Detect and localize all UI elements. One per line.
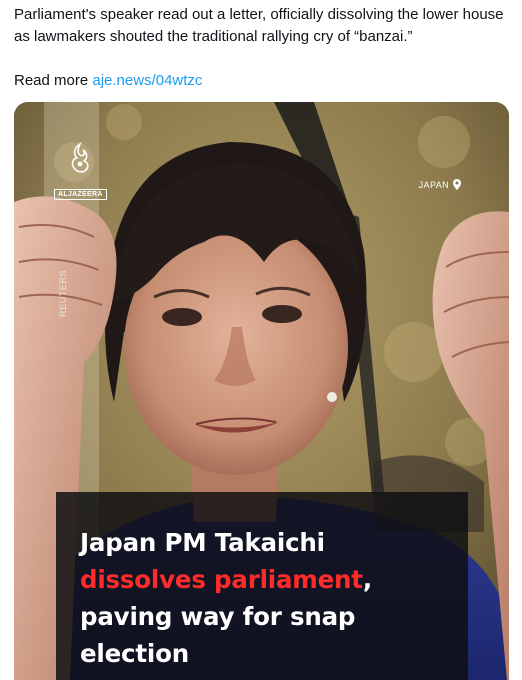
location-label: JAPAN bbox=[418, 179, 449, 190]
headline-panel: Japan PM Takaichi dissolves parliament, … bbox=[56, 492, 468, 680]
brand-wordmark: ALJAZEERA bbox=[54, 189, 107, 200]
tweet-text: Parliament's speaker read out a letter, … bbox=[14, 6, 504, 45]
read-more-label: Read more bbox=[14, 72, 89, 89]
location-pin-icon bbox=[453, 179, 461, 190]
location-tag: JAPAN bbox=[419, 179, 461, 190]
headline-comma: , bbox=[362, 565, 372, 594]
aljazeera-logo: ALJAZEERA bbox=[54, 141, 107, 201]
headline-line1: Japan PM Takaichi bbox=[80, 528, 325, 557]
photo-credit: REUTERS bbox=[58, 269, 68, 317]
headline-rest: paving way for snap election bbox=[80, 602, 356, 668]
media-card[interactable]: ALJAZEERA JAPAN REUTERS Japan PM Takaich… bbox=[14, 102, 509, 680]
read-more-line: Read more aje.news/04wtzc bbox=[14, 70, 202, 92]
headline: Japan PM Takaichi dissolves parliament, … bbox=[80, 524, 460, 672]
article-link[interactable]: aje.news/04wtzc bbox=[92, 72, 202, 89]
headline-highlight: dissolves parliament bbox=[80, 565, 363, 594]
aljazeera-logo-icon bbox=[71, 141, 89, 173]
